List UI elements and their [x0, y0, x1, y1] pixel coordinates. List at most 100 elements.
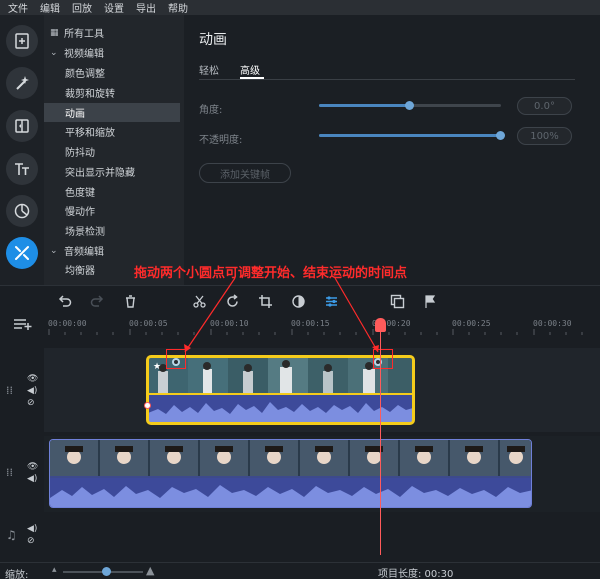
timeline-toolbar — [0, 285, 600, 315]
main-clip-waveform — [50, 478, 531, 507]
tool-scene-detection[interactable]: 场景检测 — [44, 221, 180, 240]
link-icon[interactable]: ⊘ — [27, 398, 35, 408]
menu-playback[interactable]: 回放 — [72, 0, 92, 15]
marker-button[interactable] — [422, 293, 438, 309]
crop-icon — [258, 294, 272, 308]
ruler-label: 00:00:00 — [48, 319, 87, 328]
overlay-track: ★ — [44, 348, 600, 432]
menu-settings[interactable]: 设置 — [104, 0, 124, 15]
titles-button[interactable] — [6, 153, 38, 185]
track-header-2: ⁞⁞ 👁 ◀) — [0, 436, 44, 512]
menu-bar: 文件 编辑 回放 设置 导出 帮助 — [0, 0, 600, 15]
zoom-slider-knob[interactable] — [102, 567, 111, 576]
effects-button[interactable] — [6, 67, 38, 99]
opacity-value-field[interactable]: 100% — [517, 127, 572, 145]
project-length: 项目长度: 00:30 — [378, 569, 454, 579]
contrast-icon — [291, 294, 305, 308]
tool-highlight-hide[interactable]: 突出显示并隐藏 — [44, 162, 180, 181]
ruler-label: 00:00:10 — [210, 319, 249, 328]
scissors-icon — [192, 295, 206, 308]
volume-keyframe[interactable] — [144, 402, 151, 409]
speaker-icon[interactable]: ◀) — [27, 474, 37, 484]
status-bar: 缩放: ▴ ▲ 项目长度: 00:30 — [0, 562, 600, 579]
flag-icon — [424, 294, 435, 308]
add-keyframe-button[interactable]: 添加关键帧 — [199, 163, 291, 183]
speaker-icon[interactable]: ◀) — [27, 524, 37, 534]
split-button[interactable] — [191, 293, 207, 309]
audio-track — [44, 512, 600, 552]
panel-title: 动画 — [199, 32, 227, 48]
tool-chroma-key[interactable]: 色度键 — [44, 182, 180, 201]
timeline-ruler[interactable]: 00:00:00 00:00:05 00:00:10 00:00:15 00:0… — [44, 315, 600, 335]
track-header-3: ♫ ◀) ⊘ — [0, 512, 44, 552]
end-handle-highlight — [373, 349, 393, 369]
redo-button[interactable] — [89, 293, 105, 309]
link-icon[interactable]: ⊘ — [27, 536, 35, 546]
menu-export[interactable]: 导出 — [136, 0, 156, 15]
angle-value-field[interactable]: 0.0° — [517, 97, 572, 115]
tool-crop-rotate[interactable]: 裁剪和旋转 — [44, 83, 180, 102]
add-track-button[interactable] — [13, 317, 33, 331]
tool-slow-motion[interactable]: 慢动作 — [44, 201, 180, 220]
menu-help[interactable]: 帮助 — [168, 0, 188, 15]
track-handle-icon[interactable]: ⁞⁞ — [6, 384, 13, 397]
eye-icon[interactable]: 👁 — [27, 462, 38, 472]
main-video-track — [44, 436, 600, 512]
transitions-button[interactable] — [6, 110, 38, 142]
tab-advanced[interactable]: 高级 — [240, 62, 260, 77]
playhead[interactable] — [375, 318, 386, 332]
pie-icon — [14, 203, 30, 219]
color-button[interactable] — [290, 293, 306, 309]
magic-wand-icon — [16, 76, 29, 90]
track-header-1: ⁞⁞ 👁 ◀) ⊘ — [0, 348, 44, 432]
add-track-icon — [14, 319, 32, 330]
delete-button[interactable] — [122, 293, 138, 309]
tool-stabilization[interactable]: 防抖动 — [44, 142, 180, 161]
clip-properties-button[interactable] — [323, 293, 339, 309]
ruler-label: 00:00:25 — [452, 319, 491, 328]
tab-divider — [199, 79, 575, 80]
tool-video-editing[interactable]: ⌄ 视频编辑 — [44, 43, 180, 62]
chevron-down-icon: ⌄ — [50, 245, 58, 256]
angle-slider-knob[interactable] — [405, 101, 414, 110]
more-tools-button[interactable] — [6, 237, 38, 269]
eye-icon[interactable]: 👁 — [27, 374, 38, 384]
tool-all-tools[interactable]: ▦ 所有工具 — [44, 23, 180, 42]
add-file-icon — [15, 33, 29, 49]
menu-file[interactable]: 文件 — [8, 0, 28, 15]
tool-audio-editing[interactable]: ⌄ 音频编辑 — [44, 241, 180, 260]
main-video-clip[interactable] — [49, 439, 532, 508]
ruler-label: 00:00:30 — [533, 319, 572, 328]
tool-rail — [0, 15, 44, 285]
zoom-label: 缩放: — [5, 570, 29, 579]
opacity-slider[interactable] — [319, 131, 505, 140]
stickers-button[interactable] — [6, 195, 38, 227]
zoom-in-icon[interactable]: ▲ — [146, 564, 154, 577]
overlay-button[interactable] — [389, 293, 405, 309]
ruler-label: 00:00:15 — [291, 319, 330, 328]
import-button[interactable] — [6, 25, 38, 57]
trash-icon — [125, 294, 135, 308]
opacity-label: 不透明度: — [199, 135, 243, 146]
music-note-icon: ♫ — [6, 528, 17, 542]
tool-pan-zoom[interactable]: 平移和缩放 — [44, 122, 180, 141]
tab-easy[interactable]: 轻松 — [199, 62, 219, 77]
angle-slider[interactable] — [319, 101, 501, 110]
track-handle-icon[interactable]: ⁞⁞ — [6, 466, 13, 479]
crop-button[interactable] — [257, 293, 273, 309]
playhead-line — [380, 325, 381, 555]
undo-button[interactable] — [56, 293, 72, 309]
annotation-text: 拖动两个小圆点可调整开始、结束运动的时间点 — [134, 266, 408, 281]
rotate-button[interactable] — [224, 293, 240, 309]
tools-icon — [15, 246, 29, 260]
tool-animation[interactable]: 动画 — [44, 103, 180, 122]
start-handle-highlight — [166, 349, 186, 369]
angle-slider-fill — [319, 104, 410, 107]
tool-color-adjust[interactable]: 颜色调整 — [44, 63, 180, 82]
speaker-icon[interactable]: ◀) — [27, 386, 37, 396]
menu-edit[interactable]: 编辑 — [40, 0, 60, 15]
opacity-slider-knob[interactable] — [496, 131, 505, 140]
text-icon — [15, 163, 29, 175]
zoom-out-icon[interactable]: ▴ — [52, 565, 57, 575]
opacity-slider-fill — [319, 134, 501, 137]
